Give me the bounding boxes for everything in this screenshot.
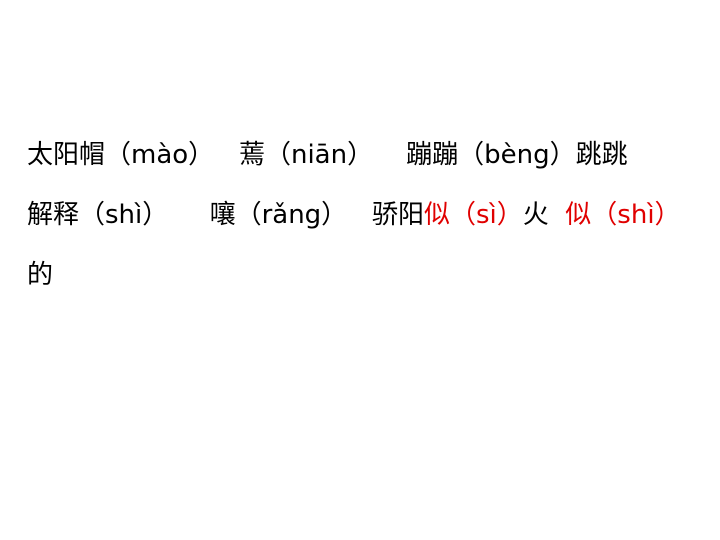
word-nian: 蔫（niān） [214, 140, 374, 170]
word-bengbengtiaotiao: 蹦蹦（bèng）跳跳 [373, 140, 628, 170]
highlight-si-si: 似（sì） [423, 200, 523, 230]
word-rang: 嚷（rǎng） [168, 200, 348, 230]
word-huo: 火 [522, 200, 566, 230]
word-de: 的 [27, 260, 54, 290]
word-jiaoyang: 骄阳 [347, 200, 424, 230]
word-taiyangmao: 太阳帽（mào） [27, 140, 215, 170]
slide: 太阳帽（mào） 蔫（niān） 蹦蹦（bèng）跳跳 解释（shì） 嚷（rǎ… [0, 0, 720, 540]
paragraph-2: 解释（shì） 嚷（rǎng） 骄阳似（sì）火 似（shì） 的 [27, 185, 687, 305]
highlight-si-shi: 似（shì） [565, 200, 681, 230]
paragraph-1: 太阳帽（mào） 蔫（niān） 蹦蹦（bèng）跳跳 [27, 125, 687, 185]
pinyin-content: 太阳帽（mào） 蔫（niān） 蹦蹦（bèng）跳跳 解释（shì） 嚷（rǎ… [27, 125, 687, 305]
word-jieshi: 解释（shì） [27, 200, 169, 230]
